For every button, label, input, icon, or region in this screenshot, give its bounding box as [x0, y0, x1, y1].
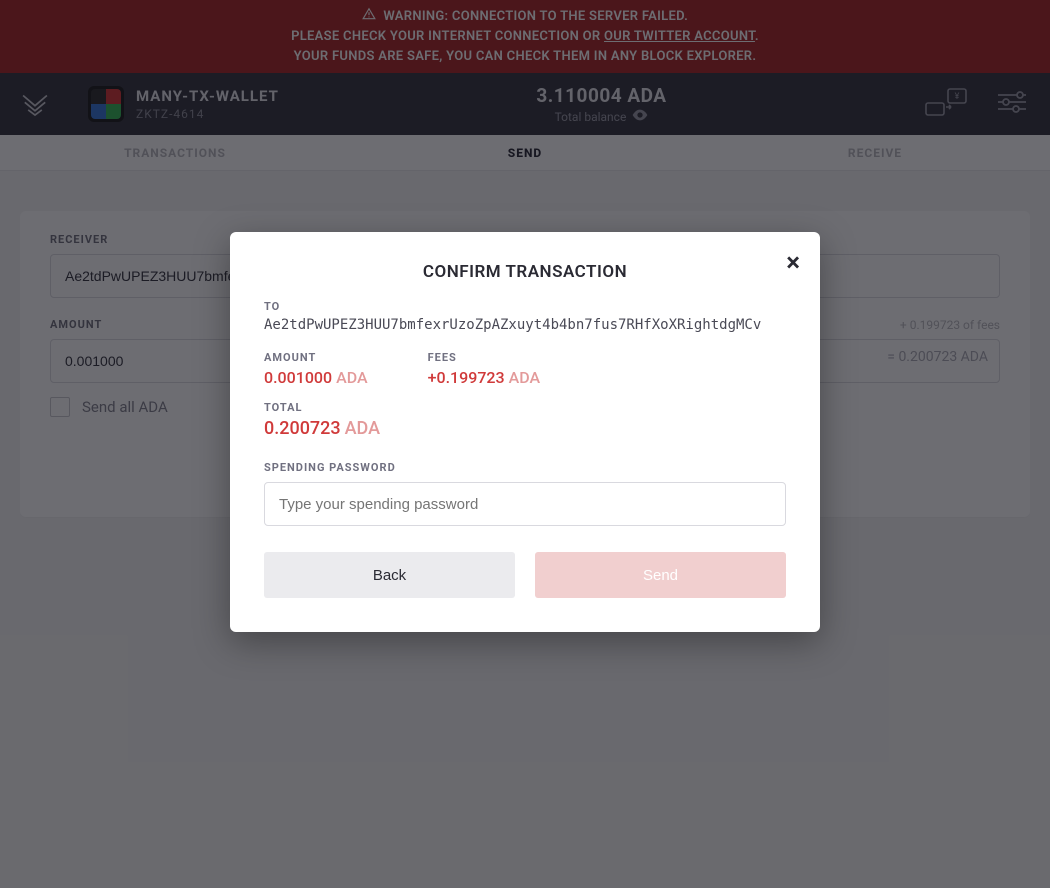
to-address: Ae2tdPwUPEZ3HUU7bmfexrUzoZpAZxuyt4b4bn7f… — [264, 317, 786, 333]
modal-total-label: TOTAL — [264, 401, 786, 414]
to-label: TO — [264, 300, 786, 313]
back-button[interactable]: Back — [264, 552, 515, 598]
send-button[interactable]: Send — [535, 552, 786, 598]
spending-password-input[interactable] — [264, 482, 786, 526]
modal-total-unit: ADA — [345, 418, 380, 439]
modal-title: CONFIRM TRANSACTION — [264, 262, 786, 282]
modal-amount-value: 0.001000ADA — [264, 368, 368, 387]
modal-amount-number: 0.001000 — [264, 368, 332, 387]
modal-total-value: 0.200723ADA — [264, 418, 786, 439]
close-icon[interactable]: × — [786, 250, 800, 276]
modal-overlay: CONFIRM TRANSACTION × TO Ae2tdPwUPEZ3HUU… — [0, 0, 1050, 888]
modal-total-number: 0.200723 — [264, 418, 341, 439]
confirm-transaction-modal: CONFIRM TRANSACTION × TO Ae2tdPwUPEZ3HUU… — [230, 232, 820, 632]
modal-fees-number: +0.199723 — [428, 368, 505, 387]
modal-fees-unit: ADA — [509, 368, 541, 387]
modal-fees-value: +0.199723ADA — [428, 368, 540, 387]
password-label: SPENDING PASSWORD — [264, 461, 786, 474]
modal-amount-label: AMOUNT — [264, 351, 368, 364]
modal-fees-label: FEES — [428, 351, 540, 364]
modal-amount-unit: ADA — [336, 368, 368, 387]
